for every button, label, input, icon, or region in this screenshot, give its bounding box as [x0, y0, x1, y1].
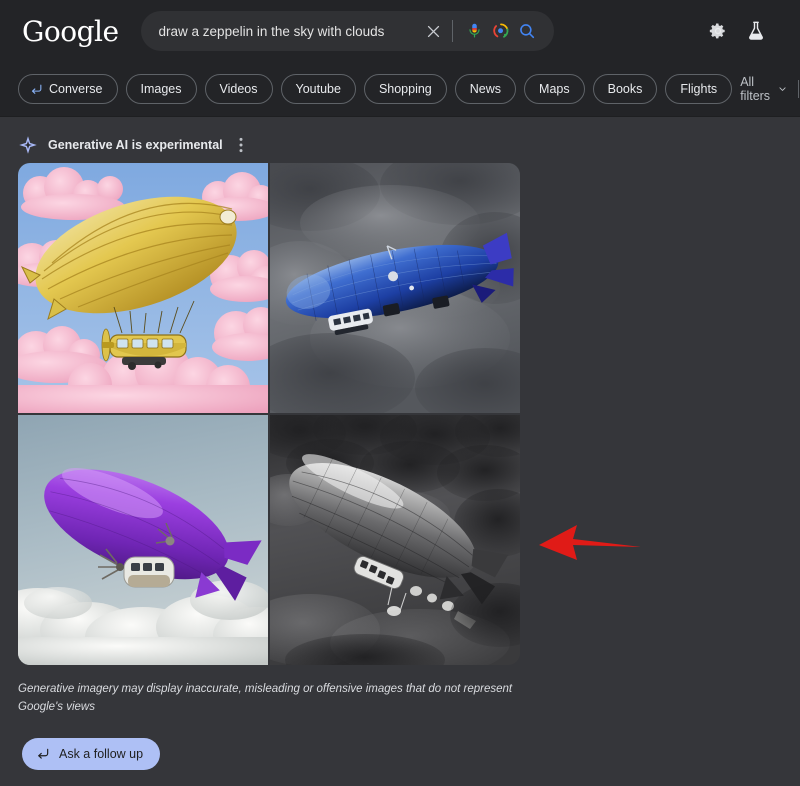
chip-label: News: [469, 82, 502, 96]
search-submit-icon[interactable]: [514, 18, 540, 44]
chip-label: Maps: [539, 82, 570, 96]
kebab-menu-icon[interactable]: [233, 135, 249, 155]
generative-ai-header: Generative AI is experimental: [18, 117, 782, 163]
google-logo[interactable]: Google: [22, 15, 119, 48]
arrow-return-icon: [38, 748, 49, 759]
chip-label: Converse: [49, 82, 103, 96]
chip-label: Images: [140, 82, 182, 96]
main-content: Generative AI is experimental Generative…: [0, 117, 800, 770]
chip-flights[interactable]: Flights: [665, 74, 733, 104]
chip-videos[interactable]: Videos: [204, 74, 273, 104]
search-input[interactable]: draw a zeppelin in the sky with clouds: [159, 24, 421, 39]
google-lens-icon[interactable]: [488, 18, 514, 44]
filters-area: All filters Tools: [740, 75, 800, 103]
generated-image-2[interactable]: [270, 163, 520, 413]
chip-label: Flights: [680, 82, 718, 96]
ask-follow-up-label: Ask a follow up: [59, 746, 144, 761]
all-filters-button[interactable]: All filters: [740, 75, 798, 103]
search-divider: [451, 20, 453, 42]
filter-chips-row: Converse Images Videos Youtube Shopping …: [0, 62, 800, 116]
red-pointer-arrow: [537, 520, 643, 562]
chip-label: Shopping: [378, 82, 432, 96]
header-right-icons: [708, 20, 782, 42]
chip-books[interactable]: Books: [592, 74, 658, 104]
chip-images[interactable]: Images: [125, 74, 197, 104]
chip-label: Youtube: [295, 82, 341, 96]
chevron-down-icon: [779, 87, 786, 91]
chip-maps[interactable]: Maps: [524, 74, 585, 104]
chip-shopping[interactable]: Shopping: [363, 74, 447, 104]
generated-image-1[interactable]: [18, 163, 268, 413]
ask-follow-up-button[interactable]: Ask a follow up: [22, 737, 161, 770]
chip-label: Videos: [219, 82, 258, 96]
microphone-icon[interactable]: [462, 18, 488, 44]
all-filters-label: All filters: [740, 75, 771, 103]
generative-ai-image-grid: [18, 163, 520, 665]
chip-converse[interactable]: Converse: [18, 74, 118, 104]
chip-news[interactable]: News: [454, 74, 517, 104]
header-top-row: Google draw a zeppelin in the sky with c…: [0, 0, 800, 62]
search-box[interactable]: draw a zeppelin in the sky with clouds: [140, 11, 554, 51]
chip-youtube[interactable]: Youtube: [280, 74, 356, 104]
arrow-return-icon: [31, 84, 42, 94]
generative-ai-disclaimer: Generative imagery may display inaccurat…: [18, 683, 513, 713]
search-labs-flask-icon[interactable]: [746, 20, 766, 42]
generative-ai-sparkle-icon: [18, 135, 38, 155]
generative-ai-label: Generative AI is experimental: [48, 138, 223, 152]
search-header: Google draw a zeppelin in the sky with c…: [0, 0, 800, 117]
settings-gear-icon[interactable]: [708, 21, 728, 41]
chip-label: Books: [607, 82, 643, 96]
generated-image-3[interactable]: [18, 415, 268, 665]
generated-image-4[interactable]: [270, 415, 520, 665]
clear-search-icon[interactable]: [421, 18, 447, 44]
